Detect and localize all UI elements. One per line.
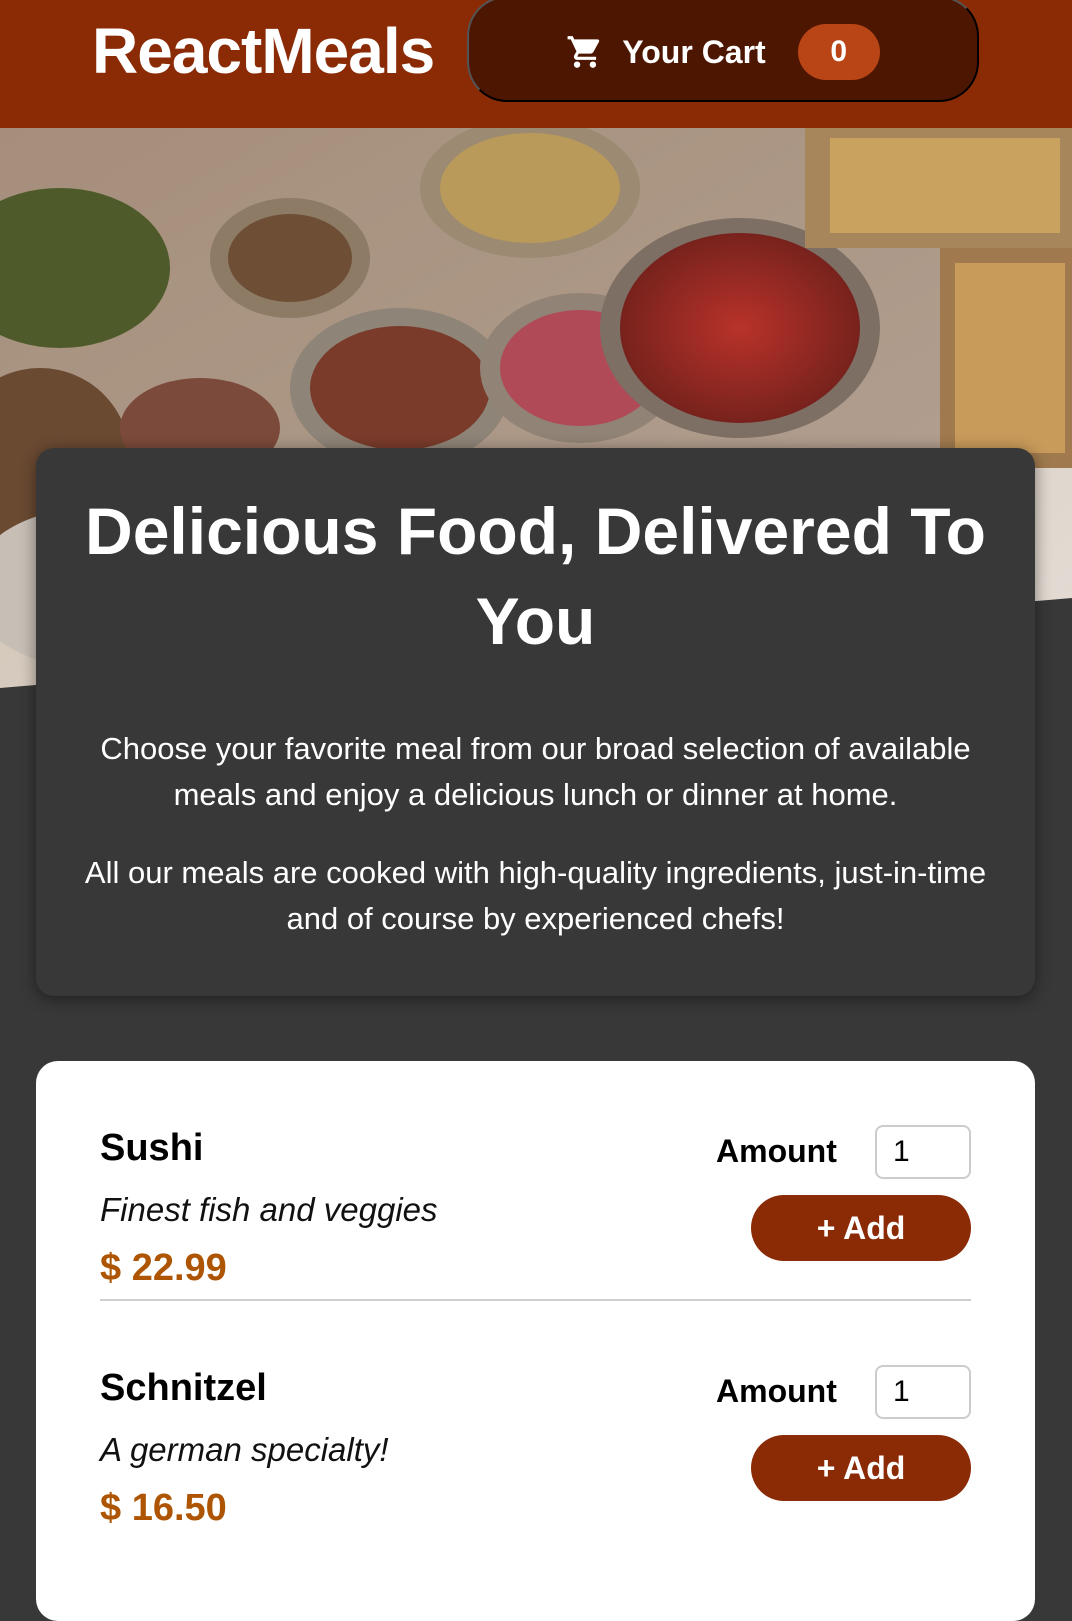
amount-label: Amount xyxy=(716,1133,837,1169)
summary-paragraph-1: Choose your favorite meal from our broad… xyxy=(100,731,971,812)
app-logo: ReactMeals xyxy=(92,15,435,87)
meal-price: $ 22.99 xyxy=(100,1247,227,1289)
amount-label: Amount xyxy=(716,1373,837,1409)
amount-input[interactable] xyxy=(875,1365,971,1419)
meal-name: Schnitzel xyxy=(100,1367,267,1409)
meal-description: A german specialty! xyxy=(100,1431,389,1468)
summary-card: Delicious Food, Delivered To You Choose … xyxy=(36,448,1035,996)
cart-label: Your Cart xyxy=(622,33,766,70)
meal-item-sushi: Sushi Finest fish and veggies $ 22.99 Am… xyxy=(100,1061,971,1301)
add-button[interactable]: + Add xyxy=(751,1195,971,1261)
meal-name: Sushi xyxy=(100,1127,204,1169)
meals-list: Sushi Finest fish and veggies $ 22.99 Am… xyxy=(36,1061,1035,1621)
amount-input[interactable] xyxy=(875,1125,971,1179)
cart-icon xyxy=(567,36,600,68)
add-button[interactable]: + Add xyxy=(751,1435,971,1501)
cart-button[interactable]: Your Cart 0 xyxy=(467,0,979,102)
meal-price: $ 16.50 xyxy=(100,1487,227,1529)
summary-paragraph-2: All our meals are cooked with high-quali… xyxy=(84,855,987,936)
cart-count-badge: 0 xyxy=(797,24,880,80)
meal-item-schnitzel: Schnitzel A german specialty! $ 16.50 Am… xyxy=(100,1301,971,1541)
meal-description: Finest fish and veggies xyxy=(100,1191,438,1228)
app-header: ReactMeals Your Cart 0 xyxy=(0,0,1072,128)
summary-heading: Delicious Food, Delivered To You xyxy=(85,494,986,658)
